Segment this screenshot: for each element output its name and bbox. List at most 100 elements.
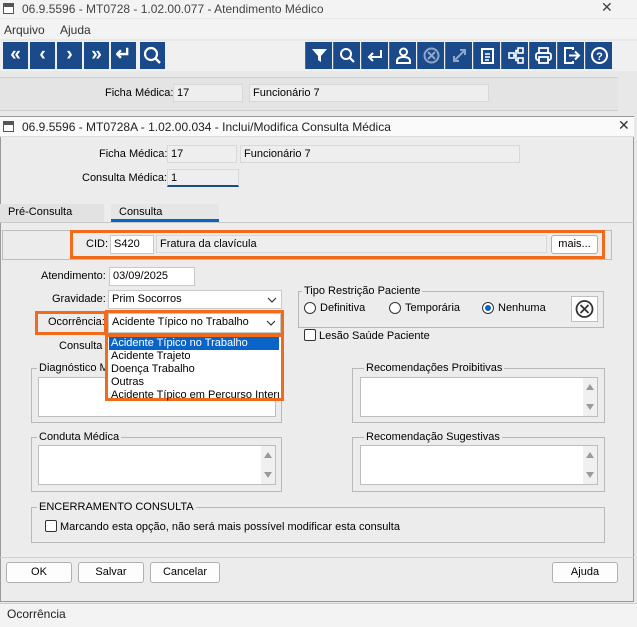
ocorrencia-option-acidente-tipico[interactable]: Acidente Típico no Trabalho [109, 337, 279, 350]
status-text: Ocorrência [7, 607, 66, 621]
recom-proibitivas-label: Recomendações Proibitivas [364, 362, 505, 374]
first-record-button[interactable]: « [3, 42, 28, 69]
help-dialog-button[interactable]: Ajuda [552, 562, 618, 583]
cancel-circle-icon [423, 47, 440, 64]
chevron-down-icon [267, 297, 277, 303]
encerramento-title: ENCERRAMENTO CONSULTA [37, 501, 196, 513]
save-button[interactable]: Salvar [78, 562, 144, 583]
cid-description: Fratura da clavícula [156, 235, 547, 253]
back-ficha-label: Ficha Médica: [105, 87, 174, 99]
last-record-button[interactable]: » [84, 42, 109, 69]
back-ficha-value: 17 [173, 84, 243, 102]
dialog-close-icon[interactable]: ✕ [618, 117, 630, 134]
return-arrow-icon [367, 50, 382, 62]
hierarchy-icon [508, 47, 524, 64]
radio-definitiva-label: Definitiva [320, 302, 366, 314]
window-icon [3, 3, 14, 14]
button-divider [0, 557, 634, 558]
radio-nenhuma[interactable] [482, 302, 494, 314]
cid-code-input[interactable]: S420 [110, 235, 154, 254]
clear-circle-icon [575, 300, 594, 318]
menu-ajuda[interactable]: Ajuda [60, 23, 91, 37]
radio-temporaria-label: Temporária [405, 302, 461, 314]
diagnostico-label: Diagnóstico M [37, 362, 111, 374]
back-window-close-icon[interactable]: ✕ [601, 0, 613, 16]
encerramento-checkbox[interactable] [45, 520, 57, 532]
help-button[interactable]: ? [585, 42, 612, 69]
hierarchy-button[interactable] [501, 42, 528, 69]
ocorrencia-value: Acidente Típico no Trabalho [112, 316, 249, 328]
search-icon [143, 46, 161, 64]
tipo-restricao-title: Tipo Restrição Paciente [302, 285, 423, 297]
ficha-value: 17 [167, 145, 237, 163]
next-record-button[interactable]: › [57, 42, 82, 69]
encerramento-check-label: Marcando esta opção, não será mais possí… [60, 521, 400, 533]
expand-button[interactable] [445, 42, 472, 69]
atendimento-date-input[interactable]: 03/09/2025 [109, 267, 195, 286]
atendimento-label: Atendimento: [41, 270, 106, 282]
dialog-title: 06.9.5596 - MT0728A - 1.02.00.034 - Incl… [22, 120, 391, 134]
previous-record-button[interactable]: ‹ [30, 42, 55, 69]
clear-restricao-button[interactable] [571, 296, 598, 322]
ficha-name: Funcionário 7 [240, 145, 520, 163]
tab-divider [0, 222, 634, 223]
ocorrencia-label: Ocorrência: [48, 316, 105, 328]
magnifier-icon [340, 48, 355, 63]
lesao-checkbox[interactable] [304, 329, 316, 341]
consulta-medica-label: Consulta Médica: [82, 172, 167, 184]
ocorrencia-option-acidente-trajeto[interactable]: Acidente Trajeto [109, 350, 279, 363]
status-bar [0, 603, 637, 627]
back-window-title: 06.9.5596 - MT0728 - 1.02.00.077 - Atend… [22, 2, 324, 16]
radio-nenhuma-label: Nenhuma [498, 302, 546, 314]
gravidade-value: Prim Socorros [112, 293, 182, 305]
recom-sugestivas-textarea[interactable] [360, 445, 598, 485]
ok-button[interactable]: OK [6, 562, 72, 583]
radio-definitiva[interactable] [304, 302, 316, 314]
svg-text:?: ? [596, 51, 603, 63]
search-button[interactable] [140, 42, 165, 69]
consulta-medica-value: 1 [167, 169, 239, 187]
ocorrencia-option-outras[interactable]: Outras [109, 376, 279, 389]
printer-icon [535, 47, 552, 64]
return-button[interactable] [361, 42, 388, 69]
window-icon [3, 121, 14, 132]
tab-pre-consulta[interactable]: Pré-Consulta [0, 204, 104, 222]
exit-button[interactable] [557, 42, 584, 69]
menu-arquivo[interactable]: Arquivo [4, 23, 45, 37]
back-ficha-name: Funcionário 7 [249, 84, 489, 102]
menubar [0, 19, 637, 39]
radio-temporaria[interactable] [389, 302, 401, 314]
user-icon [396, 47, 411, 64]
conduta-label: Conduta Médica [37, 431, 122, 443]
recom-proibitivas-textarea[interactable] [360, 377, 598, 417]
cid-label: CID: [86, 238, 108, 250]
filter-icon [312, 49, 327, 62]
zoom-button[interactable] [333, 42, 360, 69]
gravidade-select[interactable]: Prim Socorros [108, 290, 282, 309]
ocorrencia-select[interactable]: Acidente Típico no Trabalho [108, 313, 281, 333]
help-icon: ? [591, 47, 608, 64]
ocorrencia-dropdown: Acidente Típico no Trabalho Acidente Tra… [105, 334, 284, 401]
conduta-scrollbar[interactable] [261, 446, 275, 484]
cancel-record-button[interactable] [417, 42, 444, 69]
user-button[interactable] [389, 42, 416, 69]
goto-record-button[interactable]: ↵ [111, 42, 136, 69]
filter-button[interactable] [305, 42, 332, 69]
recom-sugestivas-scrollbar[interactable] [583, 446, 597, 484]
tab-consulta[interactable]: Consulta [111, 204, 219, 222]
cancel-button[interactable]: Cancelar [150, 562, 220, 583]
recom-proibitivas-scrollbar[interactable] [583, 378, 597, 416]
chevron-down-icon [266, 320, 276, 326]
conduta-textarea[interactable] [38, 445, 276, 485]
report-button[interactable] [473, 42, 500, 69]
gravidade-label: Gravidade: [52, 293, 106, 305]
ocorrencia-option-percurso-interno[interactable]: Acidente Típico em Percurso Interno [109, 389, 279, 402]
lesao-label: Lesão Saúde Paciente [319, 330, 430, 342]
clipboard-icon [481, 48, 494, 64]
ocorrencia-option-doenca-trabalho[interactable]: Doença Trabalho [109, 363, 279, 376]
ficha-label: Ficha Médica: [99, 148, 168, 160]
print-button[interactable] [529, 42, 556, 69]
expand-arrows-icon [453, 49, 466, 62]
exit-icon [564, 47, 581, 64]
cid-more-button[interactable]: mais... [551, 235, 598, 254]
